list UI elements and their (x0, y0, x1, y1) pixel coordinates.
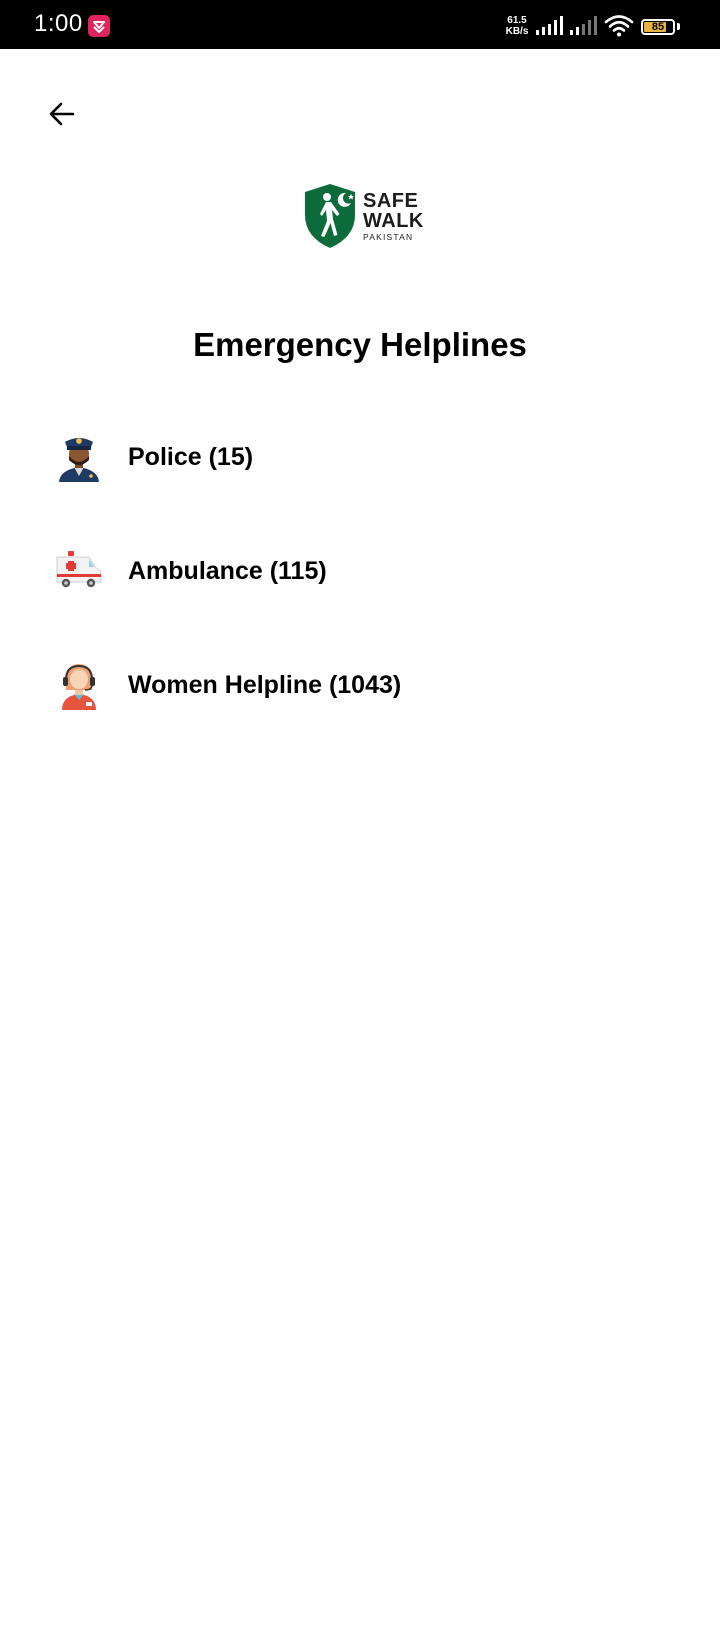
network-speed: 61.5 KB/s (505, 15, 529, 37)
battery-tip (677, 23, 680, 30)
helpline-item-police[interactable]: Police (15) (54, 424, 674, 490)
status-bar: 1:00 61.5 KB/s 85 (0, 0, 720, 49)
safe-walk-logo: SAFE WALK PAKISTAN (302, 183, 424, 251)
arrow-left-icon (49, 102, 75, 126)
helpline-label-women-helpline: Women Helpline (1043) (128, 670, 402, 699)
cell-signal-icon (536, 16, 563, 35)
women-helpline-operator-icon (54, 660, 104, 710)
battery-icon: 85 (641, 19, 675, 35)
helpline-label-ambulance: Ambulance (115) (128, 556, 327, 585)
status-time: 1:00 (34, 10, 83, 37)
cell-signal-2-icon (570, 16, 597, 35)
app-notification-icon (88, 15, 110, 37)
page-title: Emergency Helplines (193, 326, 527, 363)
police-officer-icon (54, 432, 104, 482)
wifi-icon (604, 15, 634, 37)
logo-wordmark: SAFE WALK PAKISTAN (363, 190, 424, 242)
battery-level: 85 (651, 21, 665, 33)
helpline-label-police: Police (15) (128, 442, 254, 471)
shield-walker-icon (305, 184, 355, 248)
helpline-item-women-helpline[interactable]: Women Helpline (1043) (54, 652, 674, 718)
helpline-item-ambulance[interactable]: Ambulance (115) (54, 538, 674, 604)
ambulance-icon (54, 546, 104, 596)
back-button[interactable] (40, 92, 84, 136)
